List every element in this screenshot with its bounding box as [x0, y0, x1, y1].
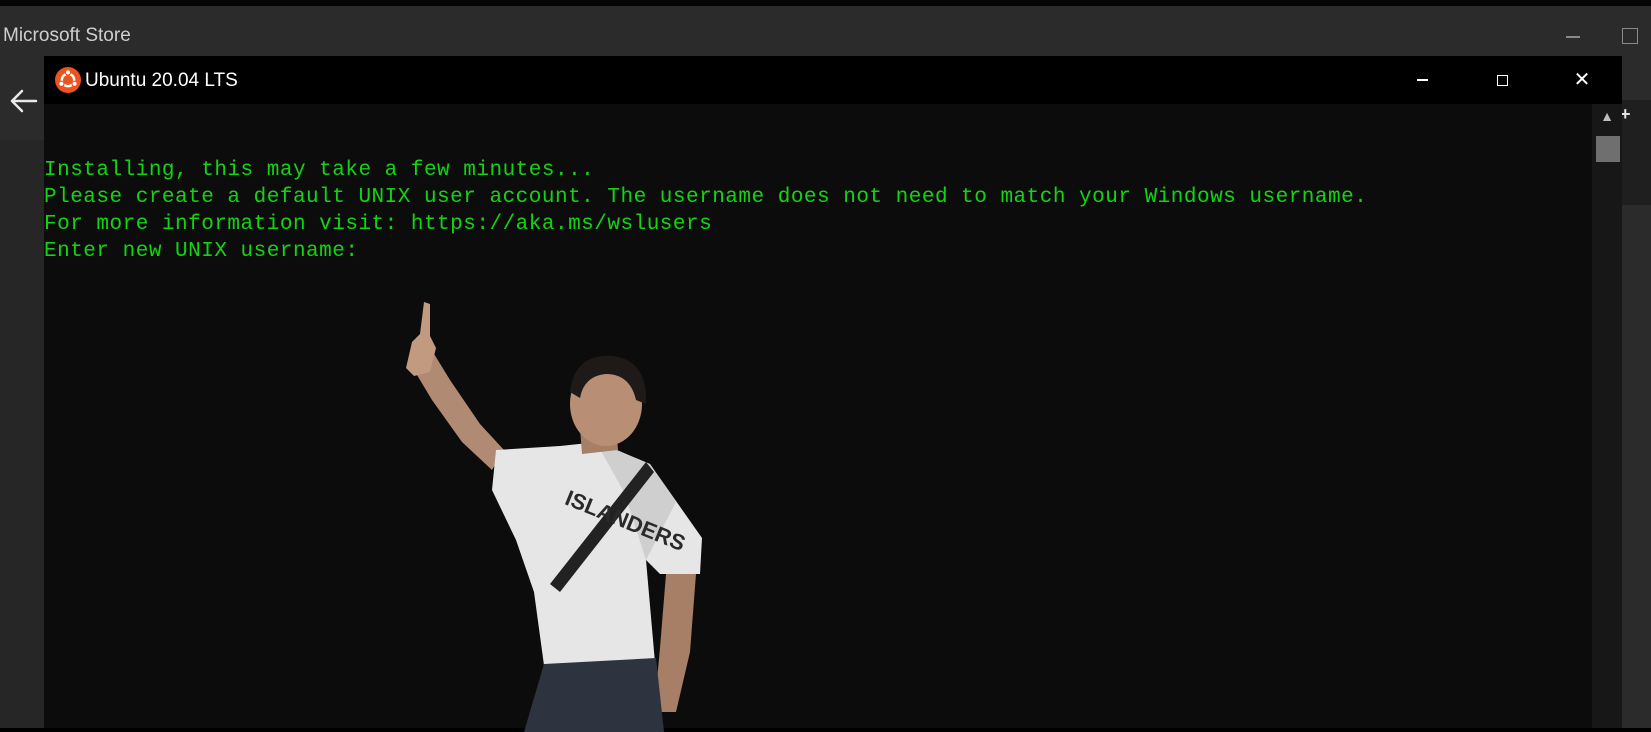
- maximize-icon: [1496, 74, 1508, 86]
- store-titlebar: Microsoft Store: [0, 6, 1651, 56]
- terminal-title: Ubuntu 20.04 LTS: [85, 70, 238, 91]
- store-maximize-button[interactable]: [1622, 28, 1638, 44]
- terminal-minimize-button[interactable]: [1382, 56, 1462, 104]
- close-icon: ✕: [1573, 69, 1591, 91]
- store-minimize-button[interactable]: [1553, 19, 1593, 55]
- vertical-scrollbar[interactable]: ▲: [1592, 104, 1622, 728]
- back-arrow-icon: [10, 89, 38, 113]
- terminal-output[interactable]: Installing, this may take a few minutes.…: [44, 104, 1592, 728]
- store-title: Microsoft Store: [3, 25, 131, 46]
- store-sidebar: [0, 140, 44, 728]
- username-prompt: Enter new UNIX username:: [44, 240, 359, 263]
- ubuntu-terminal-window[interactable]: Ubuntu 20.04 LTS ✕ Installing, this may …: [44, 56, 1622, 732]
- terminal-line: Please create a default UNIX user accoun…: [44, 186, 1368, 209]
- scroll-up-arrow-icon[interactable]: ▲: [1592, 108, 1622, 126]
- minimize-icon: [1416, 79, 1428, 81]
- presenter-overlay-image: ISLANDERS: [406, 302, 702, 732]
- minimize-icon: [1566, 36, 1580, 38]
- back-button[interactable]: [6, 84, 40, 118]
- scrollbar-thumb[interactable]: [1596, 136, 1620, 162]
- terminal-maximize-button[interactable]: [1462, 56, 1542, 104]
- ubuntu-logo-icon: [55, 67, 81, 93]
- terminal-line: For more information visit: https://aka.…: [44, 213, 713, 236]
- terminal-titlebar[interactable]: Ubuntu 20.04 LTS ✕: [44, 56, 1622, 104]
- terminal-close-button[interactable]: ✕: [1542, 56, 1622, 104]
- terminal-line: Installing, this may take a few minutes.…: [44, 159, 595, 182]
